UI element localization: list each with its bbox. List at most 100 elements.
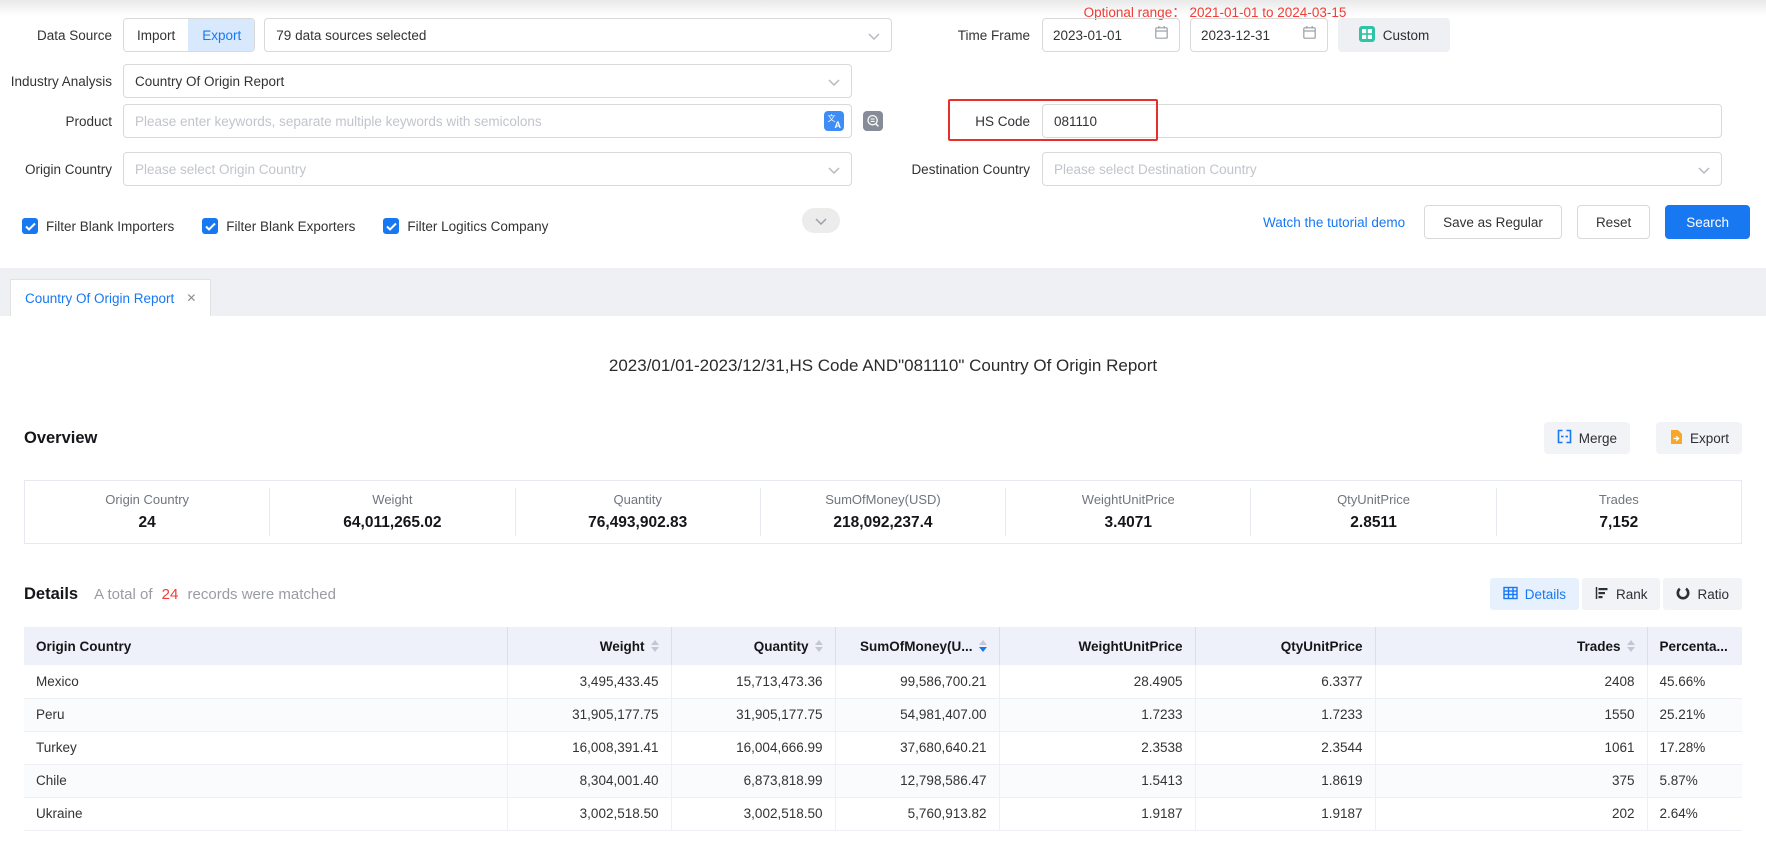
industry-analysis-select[interactable]: Country Of Origin Report — [123, 64, 852, 98]
col-sum-of-money-sortable[interactable]: SumOfMoney(U... — [835, 627, 999, 665]
stat-weight: Weight 64,011,265.02 — [269, 488, 514, 536]
cell-quantity: 6,873,818.99 — [671, 764, 835, 797]
view-button-label: Rank — [1616, 587, 1648, 602]
table-grid-icon — [1503, 586, 1518, 603]
top-gradient-strip — [0, 0, 1766, 16]
hs-code-label: HS Code — [830, 114, 1030, 129]
end-date-value: 2023-12-31 — [1201, 28, 1270, 43]
column-label: Weight — [600, 639, 645, 654]
report-title: 2023/01/01-2023/12/31,HS Code AND"081110… — [0, 356, 1766, 376]
cell-weight: 8,304,001.40 — [507, 764, 671, 797]
cell-percentage: 25.21% — [1647, 698, 1742, 731]
cell-percentage: 5.87% — [1647, 764, 1742, 797]
column-label: QtyUnitPrice — [1281, 639, 1363, 654]
cell-trades: 375 — [1375, 764, 1647, 797]
form-actions: Watch the tutorial demo Save as Regular … — [1263, 204, 1750, 240]
cell-trades: 1061 — [1375, 731, 1647, 764]
cell-qty-unit-price: 1.7233 — [1195, 698, 1375, 731]
sort-icon-active-desc[interactable] — [979, 640, 987, 652]
save-as-regular-button[interactable]: Save as Regular — [1424, 205, 1562, 239]
export-button[interactable]: Export — [1656, 422, 1742, 454]
cell-trades: 2408 — [1375, 665, 1647, 698]
cell-sum-of-money: 37,680,640.21 — [835, 731, 999, 764]
stat-value: 64,011,265.02 — [270, 514, 514, 532]
filter-blank-exporters-checkbox[interactable]: Filter Blank Exporters — [202, 218, 355, 234]
bar-chart-icon — [1595, 586, 1609, 603]
filter-checkbox-label: Filter Blank Exporters — [226, 219, 355, 234]
column-label: Percenta... — [1660, 639, 1728, 654]
sort-icon[interactable] — [1627, 640, 1635, 652]
view-button-label: Details — [1525, 587, 1566, 602]
start-date-input[interactable]: 2023-01-01 — [1042, 18, 1180, 52]
col-trades-sortable[interactable]: Trades — [1375, 627, 1647, 665]
overview-toolbar: Merge Export — [1544, 422, 1742, 454]
cell-sum-of-money: 12,798,586.47 — [835, 764, 999, 797]
chevron-down-icon — [815, 212, 827, 230]
cell-percentage: 45.66% — [1647, 665, 1742, 698]
cell-sum-of-money: 54,981,407.00 — [835, 698, 999, 731]
product-row: Product 文A — [0, 104, 883, 138]
view-switcher: Details Rank Ratio — [1490, 578, 1742, 610]
details-header: Details A total of 24 records were match… — [24, 578, 1742, 610]
filter-blank-importers-checkbox[interactable]: Filter Blank Importers — [22, 218, 174, 234]
stat-label: Quantity — [516, 492, 760, 507]
reset-button[interactable]: Reset — [1577, 205, 1650, 239]
tab-label: Country Of Origin Report — [25, 291, 174, 306]
view-details-button[interactable]: Details — [1490, 578, 1579, 610]
cell-qty-unit-price: 1.8619 — [1195, 764, 1375, 797]
report-area: 2023/01/01-2023/12/31,HS Code AND"081110… — [0, 356, 1766, 831]
destination-country-select[interactable]: Please select Destination Country — [1042, 152, 1722, 186]
checkbox-checked-icon — [22, 218, 38, 234]
origin-country-row: Origin Country Please select Origin Coun… — [0, 152, 852, 186]
collapse-filters-toggle[interactable] — [802, 208, 840, 233]
product-keywords-input[interactable] — [123, 104, 852, 138]
overview-header: Overview Merge Export — [24, 422, 1742, 454]
sort-icon[interactable] — [815, 640, 823, 652]
time-frame-label: Time Frame — [830, 28, 1030, 43]
checkbox-checked-icon — [383, 218, 399, 234]
col-quantity-sortable[interactable]: Quantity — [671, 627, 835, 665]
custom-range-button[interactable]: Custom — [1338, 18, 1450, 52]
table-row-turkey: Turkey 16,008,391.41 16,004,666.99 37,68… — [24, 731, 1742, 764]
cell-origin-country: Mexico — [24, 665, 507, 698]
details-heading: Details — [24, 585, 78, 604]
stat-weight-unit-price: WeightUnitPrice 3.4071 — [1005, 488, 1250, 536]
cell-weight-unit-price: 1.7233 — [999, 698, 1195, 731]
overview-heading: Overview — [24, 429, 97, 448]
column-label: Quantity — [754, 639, 809, 654]
origin-country-select[interactable]: Please select Origin Country — [123, 152, 852, 186]
stat-sum-of-money: SumOfMoney(USD) 218,092,237.4 — [760, 488, 1005, 536]
search-button[interactable]: Search — [1665, 205, 1750, 239]
column-label: WeightUnitPrice — [1078, 639, 1182, 654]
export-toggle[interactable]: Export — [188, 19, 254, 51]
cell-origin-country: Chile — [24, 764, 507, 797]
industry-analysis-row: Industry Analysis Country Of Origin Repo… — [0, 64, 852, 98]
chevron-down-icon — [828, 74, 840, 89]
cell-quantity: 16,004,666.99 — [671, 731, 835, 764]
close-icon[interactable]: ✕ — [186, 291, 196, 305]
stat-value: 3.4071 — [1006, 514, 1250, 532]
calendar-icon — [1154, 25, 1169, 45]
filter-logistics-company-checkbox[interactable]: Filter Logitics Company — [383, 218, 548, 234]
column-label: SumOfMoney(U... — [860, 639, 973, 654]
tab-country-of-origin-report[interactable]: Country Of Origin Report ✕ — [10, 279, 211, 316]
table-header-row: Origin Country Weight Quantity SumOfMone… — [24, 627, 1742, 665]
merge-button[interactable]: Merge — [1544, 422, 1630, 454]
data-source-segmented: Import Export — [123, 18, 255, 52]
import-toggle[interactable]: Import — [124, 19, 188, 51]
table-row-peru: Peru 31,905,177.75 31,905,177.75 54,981,… — [24, 698, 1742, 731]
cell-origin-country: Peru — [24, 698, 507, 731]
view-ratio-button[interactable]: Ratio — [1663, 578, 1742, 610]
checkbox-checked-icon — [202, 218, 218, 234]
col-weight-sortable[interactable]: Weight — [507, 627, 671, 665]
data-source-select[interactable]: 79 data sources selected — [264, 18, 892, 52]
tutorial-demo-link[interactable]: Watch the tutorial demo — [1263, 215, 1405, 230]
cell-trades: 1550 — [1375, 698, 1647, 731]
end-date-input[interactable]: 2023-12-31 — [1190, 18, 1328, 52]
filter-checkbox-label: Filter Logitics Company — [407, 219, 548, 234]
cell-weight: 31,905,177.75 — [507, 698, 671, 731]
cell-weight-unit-price: 1.9187 — [999, 797, 1195, 830]
view-rank-button[interactable]: Rank — [1582, 578, 1661, 610]
hs-code-input[interactable] — [1042, 104, 1722, 138]
sort-icon[interactable] — [651, 640, 659, 652]
